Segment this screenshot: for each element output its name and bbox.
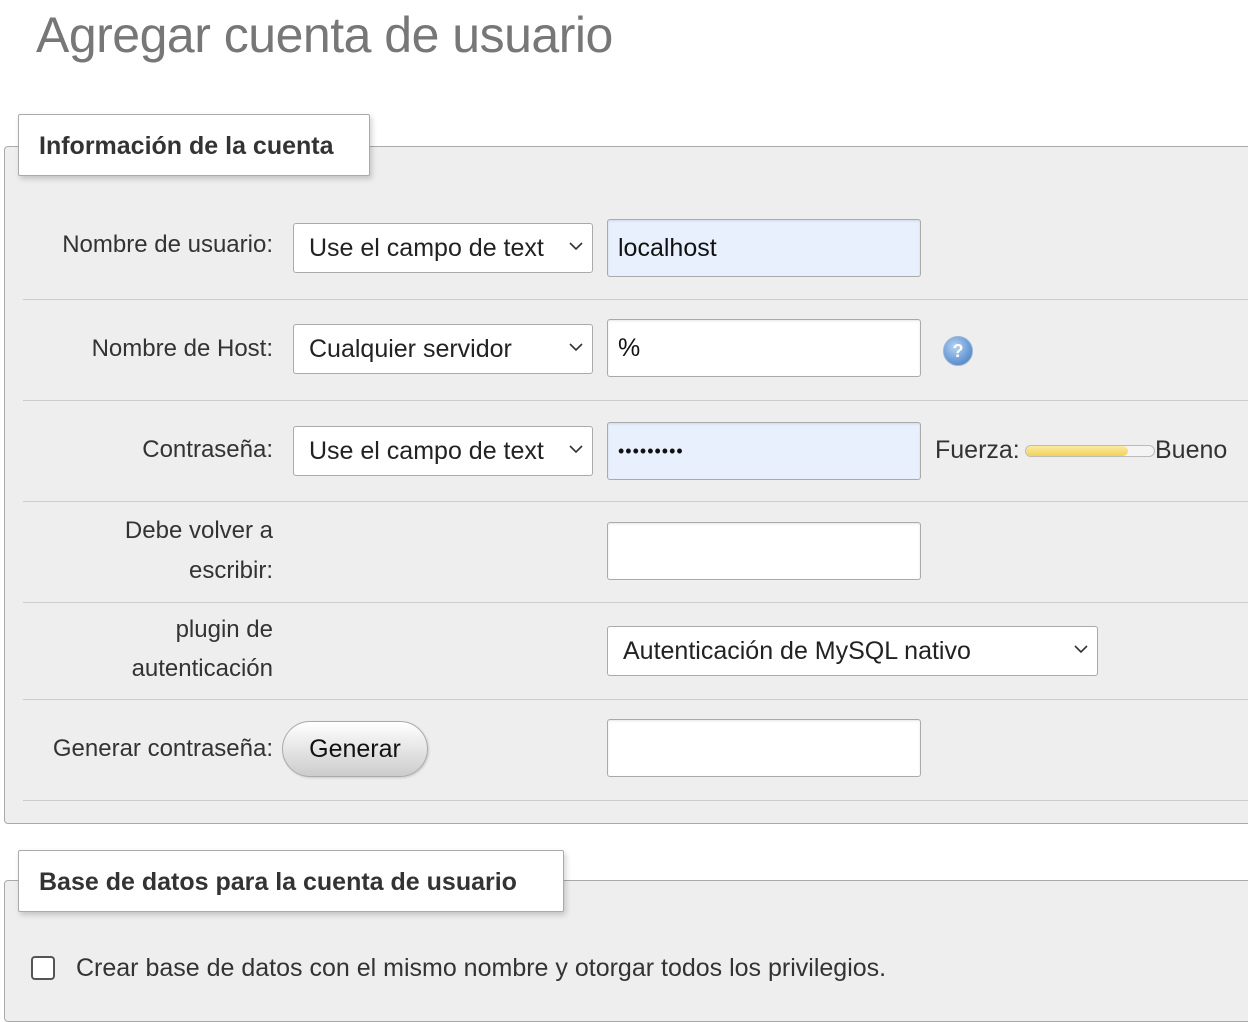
retype-row: Debe volver a escribir: (23, 501, 1248, 603)
password-strength-fill (1026, 446, 1129, 456)
page-title: Agregar cuenta de usuario (36, 7, 613, 63)
auth-plugin-value: Autenticación de MySQL nativo (623, 637, 971, 665)
chevron-down-icon (1074, 645, 1088, 654)
strength-label: Fuerza: (935, 436, 1020, 464)
username-type-select[interactable]: Use el campo de text (293, 223, 593, 273)
generated-password-input[interactable] (607, 719, 921, 777)
create-db-checkbox[interactable] (31, 956, 55, 980)
hostname-type-select[interactable]: Cualquier servidor (293, 324, 593, 374)
password-type-value: Use el campo de text (309, 437, 544, 465)
password-input[interactable]: ••••••••• (607, 422, 921, 480)
account-info-fieldset: Nombre de usuario: Use el campo de text … (4, 146, 1248, 824)
generate-label: Generar contraseña: (52, 735, 273, 762)
username-label: Nombre de usuario: (62, 231, 273, 258)
retype-label-line2: escribir: (188, 557, 273, 584)
auth-plugin-row: plugin de autenticación Autenticación de… (23, 602, 1248, 700)
auth-plugin-label-line1: plugin de (175, 616, 273, 643)
generate-button[interactable]: Generar (282, 721, 428, 777)
strength-text: Bueno (1155, 436, 1228, 464)
database-legend: Base de datos para la cuenta de usuario (18, 850, 564, 912)
help-icon[interactable]: ? (943, 336, 973, 366)
generate-row: Generar contraseña: Generar (23, 699, 1248, 801)
account-info-legend: Información de la cuenta (18, 114, 370, 176)
hostname-input[interactable]: % (607, 319, 921, 377)
retype-password-input[interactable] (607, 522, 921, 580)
create-db-label: Crear base de datos con el mismo nombre … (76, 954, 887, 982)
chevron-down-icon (569, 343, 583, 352)
username-row: Nombre de usuario: Use el campo de text … (23, 195, 1248, 300)
password-type-select[interactable]: Use el campo de text (293, 426, 593, 476)
hostname-row: Nombre de Host: Cualquier servidor % ? (23, 299, 1248, 401)
hostname-label: Nombre de Host: (91, 335, 273, 362)
retype-label-line1: Debe volver a (124, 517, 273, 544)
username-input[interactable]: localhost (607, 219, 921, 277)
auth-plugin-select[interactable]: Autenticación de MySQL nativo (607, 626, 1098, 676)
password-strength-meter (1025, 445, 1155, 457)
chevron-down-icon (569, 242, 583, 251)
auth-plugin-label-line2: autenticación (131, 655, 273, 682)
chevron-down-icon (569, 445, 583, 454)
password-label: Contraseña: (142, 436, 273, 463)
username-type-value: Use el campo de text (309, 234, 544, 262)
password-row: Contraseña: Use el campo de text •••••••… (23, 400, 1248, 502)
hostname-type-value: Cualquier servidor (309, 335, 512, 363)
